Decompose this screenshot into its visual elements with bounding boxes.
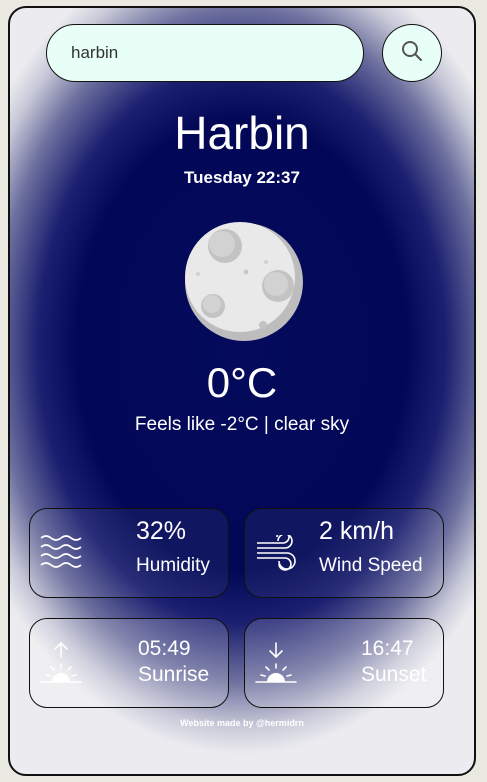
wind-speed-value: 2 km/h [319,517,395,545]
feels-like-description: Feels like -2°C | clear sky [134,414,350,435]
weather-card: Harbin Tuesday 22:37 0°C Feels like -2°C… [8,6,476,776]
humidity-label: Humidity [136,555,210,576]
sunset-tile: 16:47 Sunset [244,618,444,708]
search-button[interactable] [382,24,442,82]
waves-icon [40,533,82,578]
humidity-value: 32% [136,517,187,545]
wind-icon [255,530,299,576]
sunrise-icon [40,641,82,690]
sunset-label: Sunset [361,663,427,686]
humidity-tile: 32% Humidity [29,508,229,598]
temperature: 0°C [206,359,278,406]
moon-icon [184,222,304,347]
local-datetime: Tuesday 22:37 [184,168,300,187]
search-icon [401,40,423,67]
sunset-time: 16:47 [361,637,414,660]
city-name: Harbin [174,107,310,159]
footer-credit: Website made by @hermidrn [180,718,304,728]
sunrise-tile: 05:49 Sunrise [29,618,229,708]
sunrise-time: 05:49 [138,637,191,660]
sunset-icon [255,641,297,690]
search-input[interactable] [46,24,364,82]
sunrise-label: Sunrise [138,663,210,686]
wind-speed-label: Wind Speed [319,555,423,576]
wind-speed-tile: 2 km/h Wind Speed [244,508,444,598]
